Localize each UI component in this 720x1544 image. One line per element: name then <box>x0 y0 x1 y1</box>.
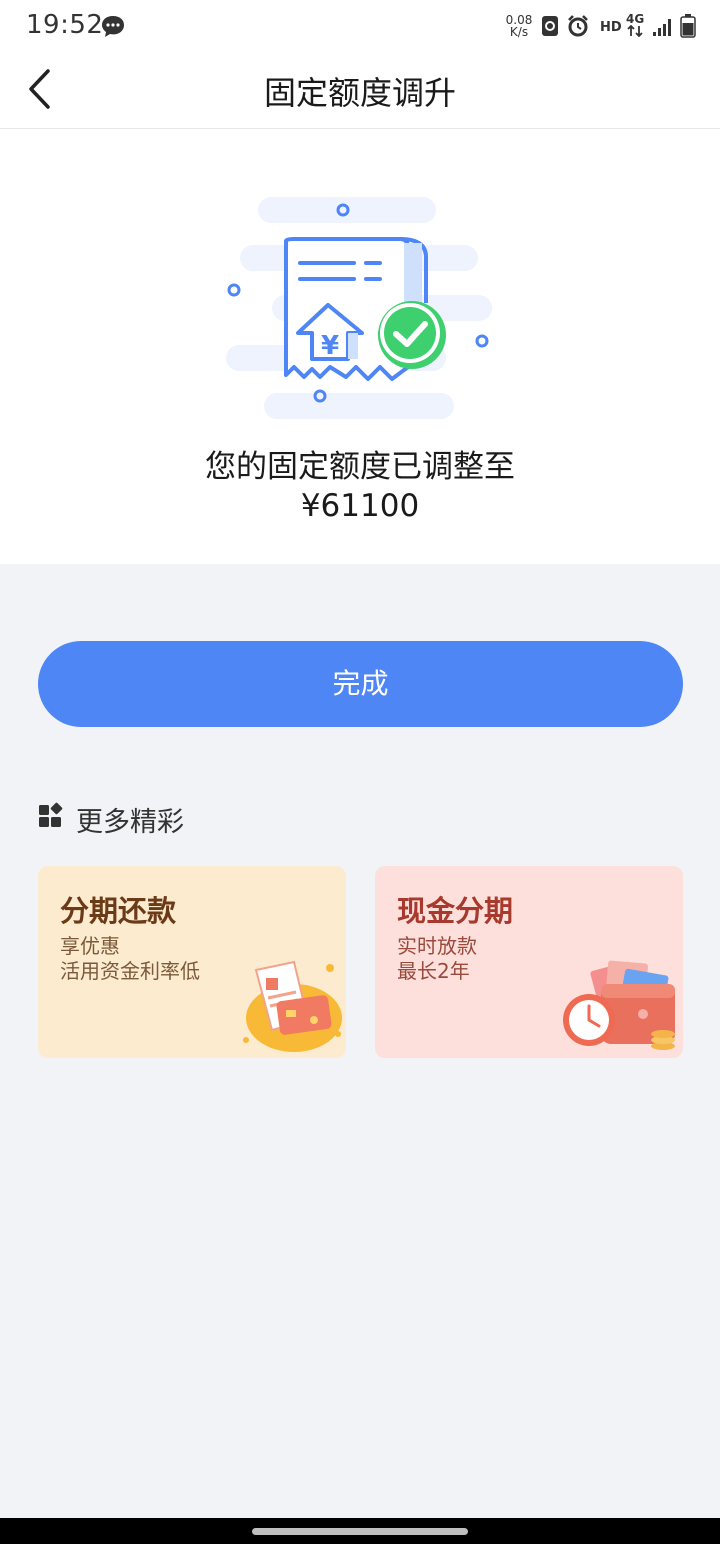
done-button[interactable]: 完成 <box>38 641 683 727</box>
status-time: 19:52 <box>26 10 104 40</box>
credit-card-bill-icon <box>243 960 342 1052</box>
promo-card-installment-repayment[interactable]: 分期还款 享优惠 活用资金利率低 <box>38 866 346 1058</box>
promo-subtitle: 享优惠 <box>60 934 120 958</box>
system-navigation-bar <box>0 1518 720 1544</box>
result-message: 您的固定额度已调整至 <box>205 449 515 485</box>
promo-title: 现金分期 <box>397 894 514 928</box>
svg-text:¥: ¥ <box>321 331 339 361</box>
battery-icon <box>680 14 696 42</box>
promo-title: 分期还款 <box>60 894 177 928</box>
receipt-success-illustration: ¥ <box>226 197 492 419</box>
promo-subtitle: 实时放款 <box>397 934 477 958</box>
signal-icon <box>652 18 674 40</box>
home-indicator[interactable] <box>252 1528 468 1535</box>
page-title: 固定额度调升 <box>263 74 456 112</box>
net-speed: 0.08 K/s <box>505 13 533 39</box>
message-icon <box>100 14 126 38</box>
promo-card-cash-installment[interactable]: 现金分期 实时放款 最长2年 <box>375 866 683 1058</box>
more-section-title: 更多精彩 <box>76 807 184 838</box>
result-amount: ¥61100 <box>300 488 420 524</box>
nav-bar: 固定额度调升 <box>0 56 720 129</box>
promo-subtitle: 活用资金利率低 <box>60 959 200 983</box>
hd-indicator: HD <box>600 20 622 35</box>
recycle-icon <box>541 14 559 42</box>
network-type: 4G <box>626 13 644 39</box>
alarm-icon <box>566 14 590 42</box>
result-card: ¥ 您的固定额度已调整至 ¥61100 <box>0 129 720 564</box>
promo-subtitle: 最长2年 <box>397 959 470 983</box>
wallet-clock-icon <box>563 960 675 1050</box>
grid-icon <box>39 802 63 827</box>
status-bar: 19:52 0.08 K/s HD 4G <box>0 0 720 56</box>
